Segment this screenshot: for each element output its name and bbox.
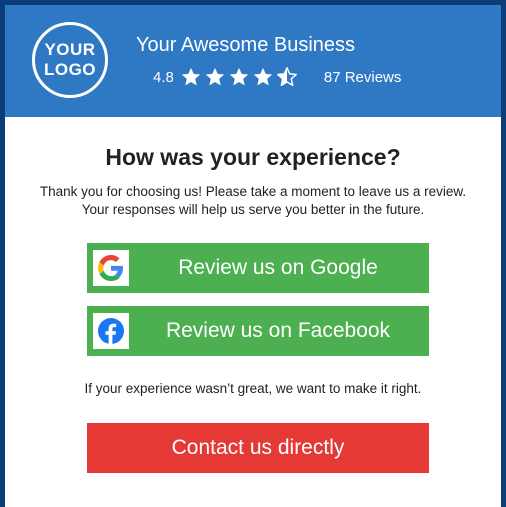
star-icon xyxy=(229,67,249,86)
logo-line1: YOUR xyxy=(44,40,96,59)
feedback-note: If your experience wasn’t great, we want… xyxy=(84,381,422,396)
star-rating xyxy=(180,66,300,88)
review-card: YOUR LOGO Your Awesome Business 4.8 87 R… xyxy=(5,5,501,507)
reviews-count[interactable]: 87 Reviews xyxy=(324,69,402,86)
contact-button[interactable]: Contact us directly xyxy=(87,423,429,473)
star-icon xyxy=(253,67,273,86)
contact-label: Contact us directly xyxy=(171,436,345,459)
header: YOUR LOGO Your Awesome Business 4.8 87 R… xyxy=(5,5,501,117)
logo: YOUR LOGO xyxy=(32,22,108,98)
page-title: How was your experience? xyxy=(105,144,401,170)
logo-line2: LOGO xyxy=(43,60,97,79)
star-icon xyxy=(181,67,201,86)
intro-text: Thank you for choosing us! Please take a… xyxy=(39,184,467,217)
review-google-label: Review us on Google xyxy=(178,256,378,279)
review-facebook-button[interactable]: Review us on Facebook xyxy=(87,306,429,356)
rating-value: 4.8 xyxy=(153,68,174,86)
business-name: Your Awesome Business xyxy=(136,34,356,56)
review-google-button[interactable]: Review us on Google xyxy=(87,243,429,293)
rating-row: 4.8 87 Reviews xyxy=(153,63,401,91)
review-facebook-label: Review us on Facebook xyxy=(165,319,391,342)
star-half-icon xyxy=(276,67,297,87)
google-icon xyxy=(93,250,129,286)
facebook-icon xyxy=(93,313,129,349)
star-icon xyxy=(205,67,225,86)
